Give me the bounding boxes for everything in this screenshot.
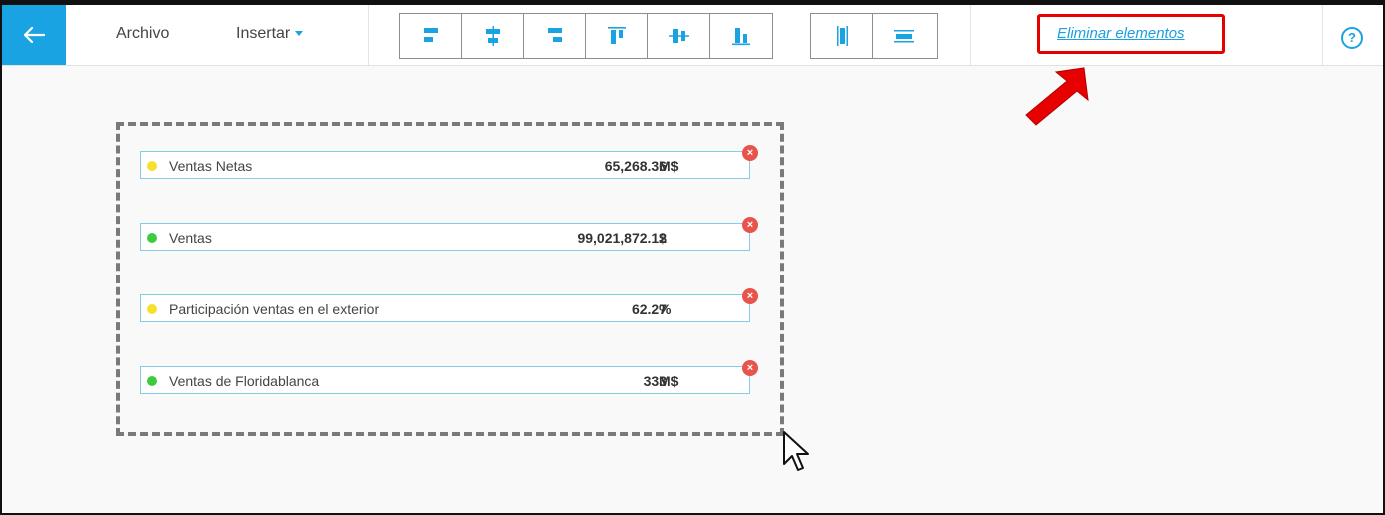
align-toolbar-group <box>399 13 773 59</box>
status-dot <box>147 233 157 243</box>
menu-archivo[interactable]: Archivo <box>116 25 169 43</box>
divider <box>970 5 971 65</box>
align-left-button[interactable] <box>400 14 462 58</box>
card-unit: % <box>659 301 672 317</box>
close-icon[interactable]: × <box>742 217 758 233</box>
align-left-icon <box>423 28 438 42</box>
card-label: Ventas de Floridablanca <box>169 373 320 389</box>
kpi-card[interactable]: Ventas 99,021,872.12 $ × <box>140 217 758 251</box>
align-top-icon <box>607 27 626 44</box>
pointer-arrow-annotation <box>1025 67 1089 126</box>
menu-insertar[interactable]: Insertar <box>236 25 304 43</box>
close-icon[interactable]: × <box>742 360 758 376</box>
help-icon[interactable]: ? <box>1341 27 1363 49</box>
card-value: 65,268.36 <box>604 158 667 174</box>
distribute-horizontal-icon <box>836 26 848 46</box>
menu-insertar-label: Insertar <box>236 25 291 42</box>
distribute-horizontal-button[interactable] <box>811 14 873 58</box>
align-center-vertical-icon <box>668 29 689 43</box>
mouse-cursor-icon <box>783 431 809 471</box>
divider <box>368 5 369 65</box>
align-top-button[interactable] <box>586 14 648 58</box>
distribute-toolbar-group <box>810 13 938 59</box>
card-value: 99,021,872.12 <box>577 230 667 246</box>
card-unit: M$ <box>659 373 679 389</box>
align-center-horizontal-icon <box>485 26 500 46</box>
card-label: Participación ventas en el exterior <box>169 301 380 317</box>
align-bottom-icon <box>732 28 750 46</box>
card-unit: $ <box>659 230 667 246</box>
card-label: Ventas <box>169 230 212 246</box>
align-center-horizontal-button[interactable] <box>462 14 524 58</box>
status-dot <box>147 376 157 386</box>
card-unit: M$ <box>659 158 679 174</box>
align-center-vertical-button[interactable] <box>648 14 710 58</box>
kpi-card[interactable]: Participación ventas en el exterior 62.2… <box>140 288 758 322</box>
align-right-button[interactable] <box>524 14 586 58</box>
divider <box>1322 5 1323 65</box>
kpi-card[interactable]: Ventas de Floridablanca 333 M$ × <box>140 360 758 394</box>
distribute-vertical-icon <box>894 30 914 43</box>
card-label: Ventas Netas <box>169 158 253 174</box>
distribute-vertical-button[interactable] <box>873 14 935 58</box>
status-dot <box>147 161 157 171</box>
back-arrow-icon <box>23 26 45 44</box>
status-dot <box>147 304 157 314</box>
close-icon[interactable]: × <box>742 288 758 304</box>
align-bottom-button[interactable] <box>710 14 772 58</box>
close-icon[interactable]: × <box>742 145 758 161</box>
align-right-icon <box>547 28 562 42</box>
delete-elements-link[interactable]: Eliminar elementos <box>1057 25 1185 42</box>
back-button[interactable] <box>2 5 66 65</box>
chevron-down-icon <box>295 31 304 37</box>
kpi-card[interactable]: Ventas Netas 65,268.36 M$ × <box>140 145 758 179</box>
